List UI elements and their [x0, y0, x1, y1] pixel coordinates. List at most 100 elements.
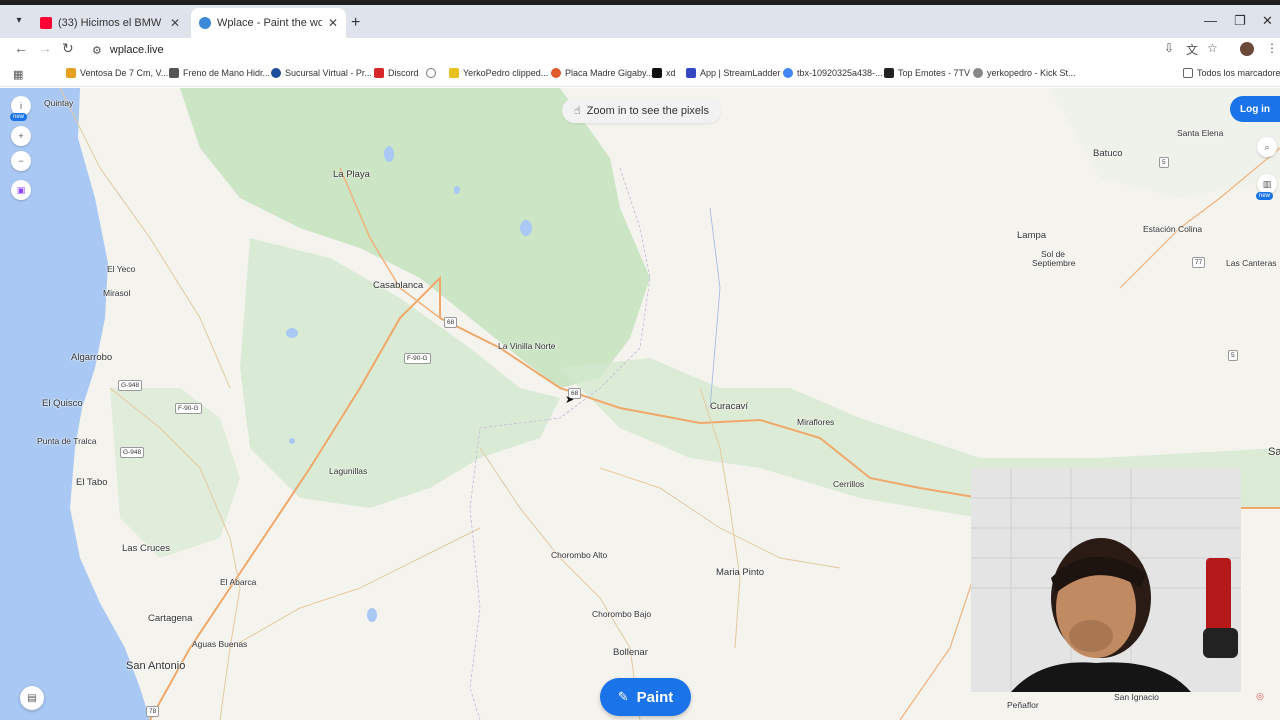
map-label: El Tabo — [76, 477, 108, 488]
tab-close-icon[interactable]: ✕ — [170, 16, 180, 30]
minimize-button[interactable]: — — [1204, 13, 1217, 28]
map-label: Algarrobo — [71, 352, 113, 363]
route-shield: 77 — [1192, 257, 1206, 268]
zoom-out-icon[interactable]: − — [11, 151, 31, 171]
tab-close-icon[interactable]: ✕ — [328, 16, 338, 30]
map-label: Cartagena — [148, 613, 193, 624]
search-location-icon[interactable]: ⌕ — [1257, 137, 1277, 157]
paint-button-label: Paint — [636, 688, 674, 706]
profile-avatar[interactable] — [1240, 42, 1254, 56]
bookmark-item[interactable]: YerkoPedro clipped... — [449, 68, 548, 78]
forward-button[interactable]: → — [38, 40, 52, 56]
bookmark-favicon-icon — [271, 68, 281, 78]
reload-button[interactable]: ↻ — [62, 40, 74, 57]
map-label: Casablanca — [373, 280, 424, 291]
url-text: wplace.live — [109, 44, 164, 56]
new-badge: new — [10, 113, 28, 121]
install-app-icon[interactable]: ⇩ — [1164, 41, 1174, 55]
close-window-button[interactable]: ✕ — [1262, 13, 1273, 29]
tab-wplace[interactable]: Wplace - Paint the world ✕ — [191, 8, 346, 38]
map-label: El Abarca — [220, 577, 257, 587]
youtube-favicon-icon — [40, 17, 52, 29]
map-label: Quintay — [44, 98, 74, 108]
back-button[interactable]: ← — [14, 40, 28, 56]
bookmark-item[interactable]: App | StreamLadder — [686, 68, 780, 78]
bookmark-item[interactable]: xd — [652, 68, 676, 78]
route-shield: G-948 — [120, 447, 145, 458]
bookmark-item[interactable]: yerkopedro - Kick St... — [973, 68, 1076, 78]
login-button[interactable]: Log in — [1230, 96, 1280, 122]
browser-toolbar: ← → ↻ ⚙ wplace.live ⇩ 文 ☆ ⋮ — [0, 38, 1280, 62]
map-label: El Quisco — [42, 398, 83, 409]
bookmark-favicon-icon — [169, 68, 179, 78]
map-label: Lagunillas — [329, 466, 368, 476]
site-info-icon[interactable]: ⚙ — [92, 44, 102, 57]
map-label: Bollenar — [613, 647, 648, 658]
leaderboard-icon[interactable]: ▥ — [1257, 174, 1277, 194]
apps-grid-icon[interactable]: ▦ — [13, 68, 23, 81]
bookmark-item[interactable]: Sucursal Virtual - Pr... — [271, 68, 372, 78]
map-label: San Ignacio — [1114, 692, 1159, 702]
map-label: Estación Colina — [1143, 224, 1203, 234]
route-shield: 78 — [146, 706, 160, 717]
zoom-in-icon[interactable]: + — [11, 126, 31, 146]
map-label: Chorombo Bajo — [592, 609, 652, 619]
bookmark-favicon-icon — [374, 68, 384, 78]
map-label: Cerrillos — [833, 479, 865, 489]
map-label: Las Cruces — [122, 543, 171, 554]
map-label: San Antonio — [126, 660, 186, 672]
map-label: Sa — [1268, 446, 1280, 458]
folder-icon — [1183, 68, 1193, 78]
map-label: Curacaví — [710, 401, 749, 412]
all-bookmarks-button[interactable]: Todos los marcadores — [1183, 68, 1280, 78]
mouse-cursor-icon: ➤ — [565, 394, 575, 406]
bookmark-star-icon[interactable]: ☆ — [1207, 41, 1218, 55]
bookmark-favicon-icon — [66, 68, 76, 78]
map-label: Santa Elena — [1177, 128, 1224, 138]
map-label: Batuco — [1093, 148, 1123, 159]
bookmark-item[interactable]: Ventosa De 7 Cm, V... — [66, 68, 168, 78]
map-label: Peñaflor — [1007, 700, 1039, 710]
bookmark-favicon-icon — [551, 68, 561, 78]
tab-search-button[interactable]: ▾ — [10, 13, 28, 29]
bookmark-favicon-icon — [973, 68, 983, 78]
new-badge: new — [1256, 192, 1274, 200]
route-shield: F-90-G — [404, 353, 431, 364]
address-bar[interactable]: ⚙ wplace.live — [86, 38, 1186, 62]
paint-button[interactable]: ✎ Paint — [600, 678, 691, 716]
bookmark-item[interactable]: Placa Madre Gigaby... — [551, 68, 653, 78]
route-shield: F-90-G — [175, 403, 202, 414]
route-shield: 5 — [1228, 350, 1238, 361]
menu-kebab-icon[interactable]: ⋮ — [1266, 41, 1278, 55]
route-shield: 68 — [444, 317, 458, 328]
zoom-hint-pill: ☝ Zoom in to see the pixels — [562, 98, 721, 123]
restore-button[interactable]: ❐ — [1234, 13, 1246, 29]
layers-icon[interactable]: ▤ — [20, 686, 44, 710]
bookmark-item[interactable]: Top Emotes - 7TV — [884, 68, 970, 78]
webcam-overlay — [971, 468, 1241, 692]
bookmark-favicon-icon — [884, 68, 894, 78]
map-label: Sol de Septiembre — [1032, 249, 1076, 268]
translate-icon[interactable]: 文 — [1186, 41, 1198, 58]
locate-me-icon[interactable]: ◎ — [1250, 686, 1270, 706]
bookmark-favicon-icon — [652, 68, 662, 78]
paintbrush-icon: ✎ — [617, 689, 629, 704]
bookmark-item[interactable] — [426, 68, 440, 78]
bookmarks-bar: Ventosa De 7 Cm, V... Freno de Mano Hidr… — [0, 62, 1280, 87]
map-label: Aguas Buenas — [192, 639, 248, 649]
tab-title: (33) Hicimos el BMW E46 de N... — [58, 17, 164, 29]
map-label: Mirasol — [103, 288, 131, 298]
bookmark-item[interactable]: tbx-10920325a438-... — [783, 68, 883, 78]
twitch-icon[interactable]: ▣ — [11, 180, 31, 200]
bookmark-item[interactable]: Discord — [374, 68, 419, 78]
tab-youtube[interactable]: (33) Hicimos el BMW E46 de N... ✕ — [32, 8, 188, 38]
webcam-feed — [971, 468, 1241, 692]
globe-favicon-icon — [199, 17, 211, 29]
globe-icon — [426, 68, 436, 78]
world-map[interactable]: Quintay La Playa El Yeco Mirasol Casabla… — [0, 88, 1280, 720]
bookmark-item[interactable]: Freno de Mano Hidr... — [169, 68, 270, 78]
zoom-hint-text: Zoom in to see the pixels — [586, 104, 709, 117]
new-tab-button[interactable]: + — [351, 14, 360, 32]
map-label: Chorombo Alto — [551, 550, 608, 560]
bookmark-favicon-icon — [686, 68, 696, 78]
